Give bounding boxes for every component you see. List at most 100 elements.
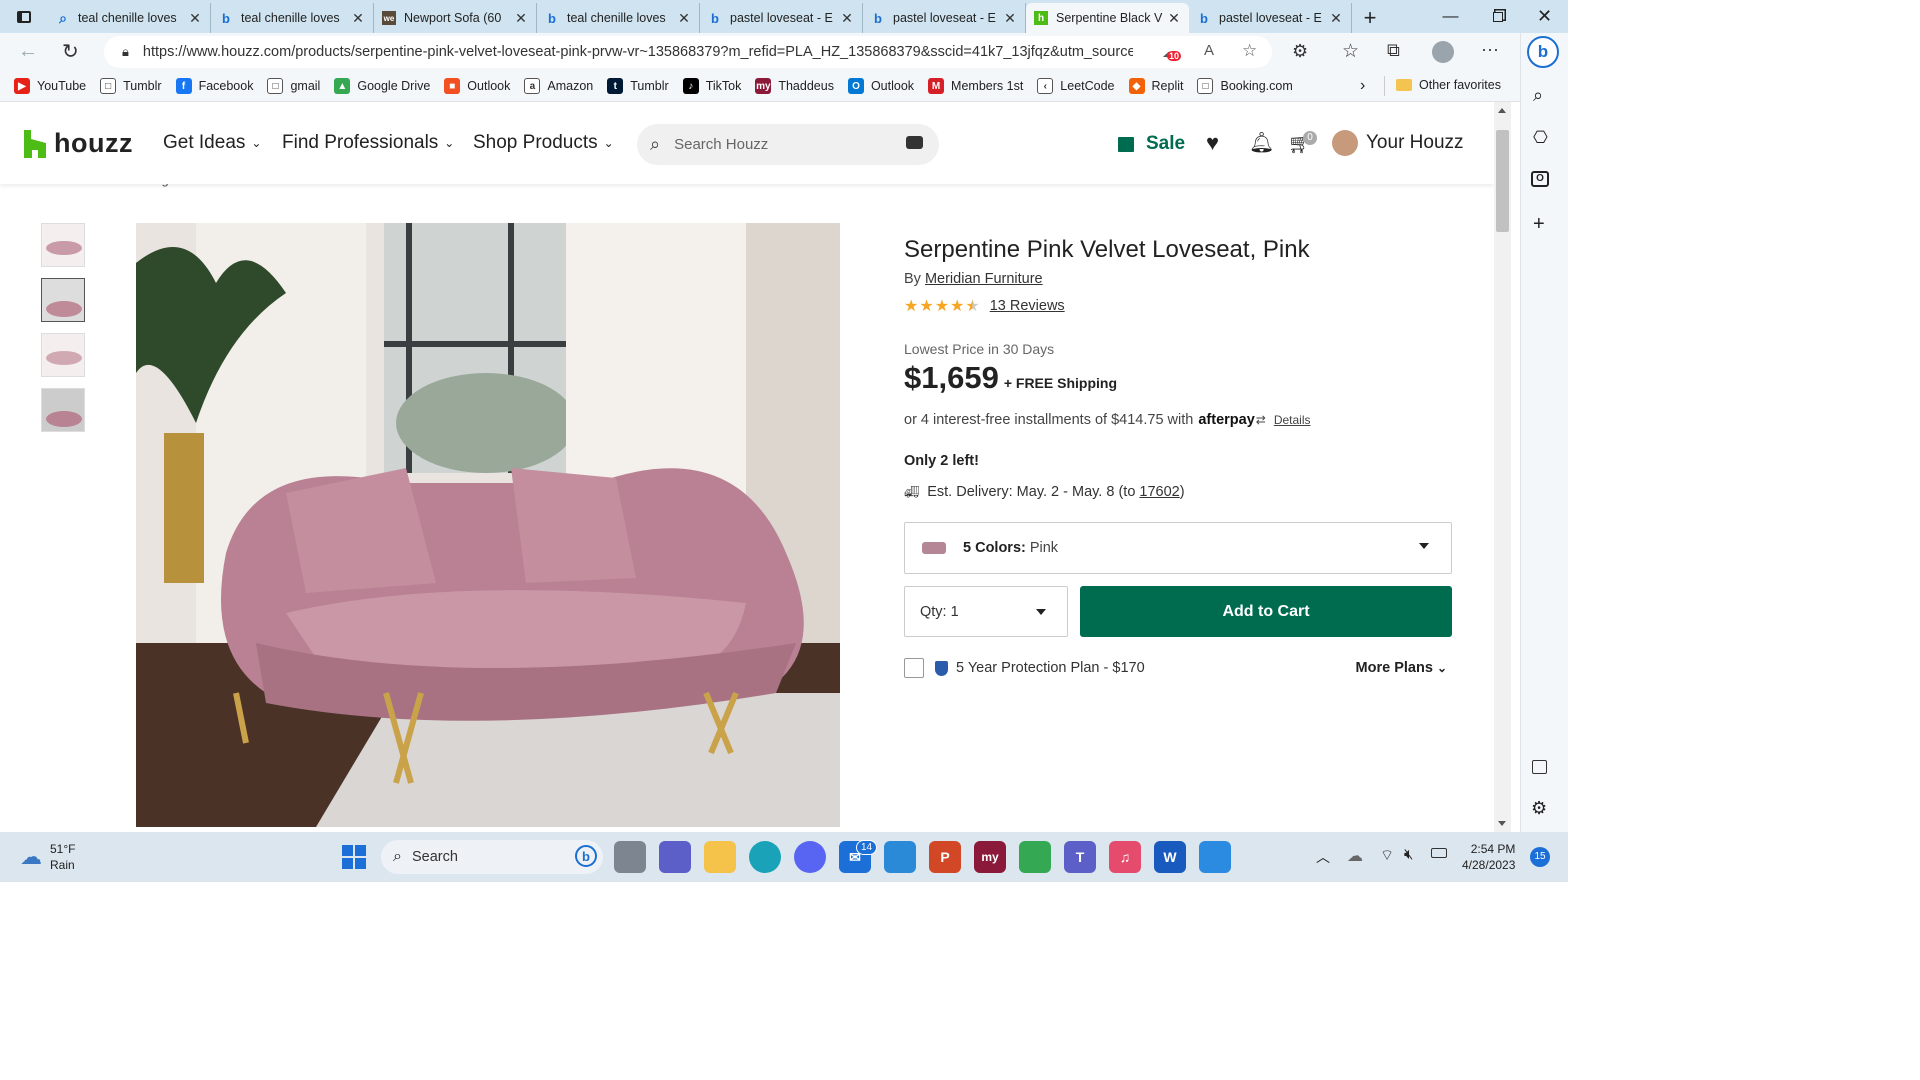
browser-tab[interactable]: b teal chenille loves ✕: [537, 3, 700, 33]
bookmark-item[interactable]: □ Tumblr: [100, 78, 162, 94]
protection-plan-checkbox[interactable]: [904, 658, 924, 678]
bookmark-item[interactable]: ‹ LeetCode: [1037, 78, 1115, 94]
new-tab-button[interactable]: +: [1352, 3, 1388, 33]
tab-actions-button[interactable]: [0, 0, 48, 33]
your-houzz-menu[interactable]: Your Houzz: [1332, 130, 1464, 156]
browser-tab[interactable]: we Newport Sofa (60 ✕: [374, 3, 537, 33]
notification-badge[interactable]: 15: [1530, 847, 1550, 867]
add-sidebar-icon[interactable]: +: [1533, 213, 1545, 236]
bookmark-item[interactable]: ■ Outlook: [444, 78, 510, 94]
bookmark-item[interactable]: ▲ Google Drive: [334, 78, 430, 94]
nav-shop-products[interactable]: Shop Products ⌄: [473, 132, 614, 154]
bookmark-item[interactable]: M Members 1st: [928, 78, 1023, 94]
bell-icon[interactable]: 🔔︎: [1249, 130, 1274, 155]
close-tab-icon[interactable]: ✕: [840, 10, 854, 27]
shopping-icon[interactable]: ⎔: [1533, 128, 1548, 148]
settings-gear-icon[interactable]: ⚙: [1531, 798, 1547, 819]
close-tab-icon[interactable]: ✕: [1329, 10, 1343, 27]
read-aloud-icon[interactable]: A︎: [1204, 42, 1214, 59]
word-icon[interactable]: W: [1154, 841, 1186, 873]
nav-get-ideas[interactable]: Get Ideas ⌄: [163, 132, 261, 154]
start-button[interactable]: [342, 845, 366, 869]
other-favorites[interactable]: Other favorites: [1396, 78, 1501, 92]
weather-widget[interactable]: ☁ 51°F Rain: [20, 841, 75, 873]
teams-chat-icon[interactable]: [659, 841, 691, 873]
scroll-down-arrow[interactable]: [1498, 821, 1506, 826]
close-tab-icon[interactable]: ✕: [1167, 10, 1181, 27]
qty-select[interactable]: Qty: 1: [904, 586, 1068, 637]
product-thumbnail[interactable]: [41, 333, 85, 377]
taskbar-search[interactable]: ⌕ Search b: [381, 840, 603, 874]
edge-icon[interactable]: [749, 841, 781, 873]
bookmark-item[interactable]: my Thaddeus: [755, 78, 834, 94]
product-thumbnail[interactable]: [41, 388, 85, 432]
refresh-button[interactable]: ↻: [62, 39, 79, 64]
houzz-search-input[interactable]: ⌕ Search Houzz: [637, 124, 939, 165]
wifi-icon[interactable]: ⌔: [1380, 846, 1394, 865]
product-thumbnail[interactable]: [41, 223, 85, 267]
scroll-up-arrow[interactable]: [1498, 108, 1506, 113]
browser-tab[interactable]: b pastel loveseat - E ✕: [700, 3, 863, 33]
heart-icon[interactable]: ♥: [1206, 130, 1219, 156]
more-menu-icon[interactable]: ···: [1481, 39, 1499, 60]
bookmark-item[interactable]: ▶ YouTube: [14, 78, 86, 94]
restore-button[interactable]: [1474, 0, 1521, 33]
brand-link[interactable]: Meridian Furniture: [925, 271, 1043, 287]
outlook-sidebar-icon[interactable]: O: [1531, 171, 1549, 187]
mymerit-icon[interactable]: my: [974, 841, 1006, 873]
bookmark-item[interactable]: O Outlook: [847, 78, 914, 94]
vscode-icon[interactable]: [884, 841, 916, 873]
onedrive-icon[interactable]: ☁: [1347, 846, 1363, 866]
bookmark-item[interactable]: ◆ Replit: [1128, 78, 1183, 94]
itunes-icon[interactable]: ♫: [1109, 841, 1141, 873]
minimize-button[interactable]: —: [1427, 0, 1474, 33]
product-thumbnail-selected[interactable]: [41, 278, 85, 322]
photos-icon[interactable]: [1199, 841, 1231, 873]
bing-chat-button[interactable]: b: [1527, 36, 1559, 68]
bookmark-item[interactable]: ♪ TikTok: [682, 78, 741, 94]
houzz-logo[interactable]: houzz: [24, 128, 133, 159]
nav-find-professionals[interactable]: Find Professionals ⌄: [282, 132, 454, 154]
scrollbar-thumb[interactable]: [1496, 130, 1509, 232]
battery-icon[interactable]: [1431, 848, 1447, 858]
sidebar-toggle-icon[interactable]: [1532, 760, 1547, 774]
url-field[interactable]: 🔒︎ https://www.houzz.com/products/serpen…: [104, 36, 1272, 68]
file-explorer-icon[interactable]: [704, 841, 736, 873]
collections-icon[interactable]: ⧉: [1387, 40, 1400, 61]
bookmarks-overflow-chevron-icon[interactable]: ›: [1360, 77, 1365, 95]
clock[interactable]: 2:54 PM 4/28/2023: [1462, 841, 1515, 873]
more-plans-link[interactable]: More Plans ⌄: [1356, 660, 1447, 676]
google-drive-icon[interactable]: [1019, 841, 1051, 873]
powerpoint-icon[interactable]: P: [929, 841, 961, 873]
browser-tab[interactable]: b teal chenille loves ✕: [211, 3, 374, 33]
sale-link[interactable]: Sale: [1118, 133, 1185, 155]
task-view-icon[interactable]: [614, 841, 646, 873]
bookmark-item[interactable]: t Tumblr: [607, 78, 669, 94]
close-tab-icon[interactable]: ✕: [514, 10, 528, 27]
close-tab-icon[interactable]: ✕: [351, 10, 365, 27]
add-to-cart-button[interactable]: Add to Cart: [1080, 586, 1452, 637]
add-favorite-icon[interactable]: ☆: [1242, 41, 1257, 61]
color-select[interactable]: 5 Colors: Pink: [904, 522, 1452, 574]
search-sidebar-icon[interactable]: ⌕: [1533, 85, 1543, 106]
close-tab-icon[interactable]: ✕: [1003, 10, 1017, 27]
teams-icon[interactable]: T: [1064, 841, 1096, 873]
delivery-zip-link[interactable]: 17602: [1139, 484, 1179, 500]
bookmark-item[interactable]: □ Booking.com: [1197, 78, 1293, 94]
close-tab-icon[interactable]: ✕: [677, 10, 691, 27]
volume-muted-icon[interactable]: 🔇︎: [1404, 846, 1413, 863]
close-window-button[interactable]: ✕: [1521, 0, 1568, 33]
discord-icon[interactable]: [794, 841, 826, 873]
bookmark-item[interactable]: a Amazon: [524, 78, 593, 94]
tray-chevron-icon[interactable]: ︿: [1316, 847, 1330, 867]
browser-tab[interactable]: b pastel loveseat - E ✕: [1189, 3, 1352, 33]
bookmark-item[interactable]: □ gmail: [267, 78, 320, 94]
afterpay-details-link[interactable]: Details: [1274, 413, 1311, 427]
profile-avatar[interactable]: [1432, 41, 1454, 63]
product-main-image[interactable]: [136, 223, 840, 827]
close-tab-icon[interactable]: ✕: [188, 10, 202, 27]
back-button[interactable]: ←: [18, 40, 38, 63]
favorites-icon[interactable]: ☆: [1342, 40, 1359, 63]
browser-tab[interactable]: ⌕ teal chenille loves ✕: [48, 3, 211, 33]
browser-tab[interactable]: b pastel loveseat - E ✕: [863, 3, 1026, 33]
